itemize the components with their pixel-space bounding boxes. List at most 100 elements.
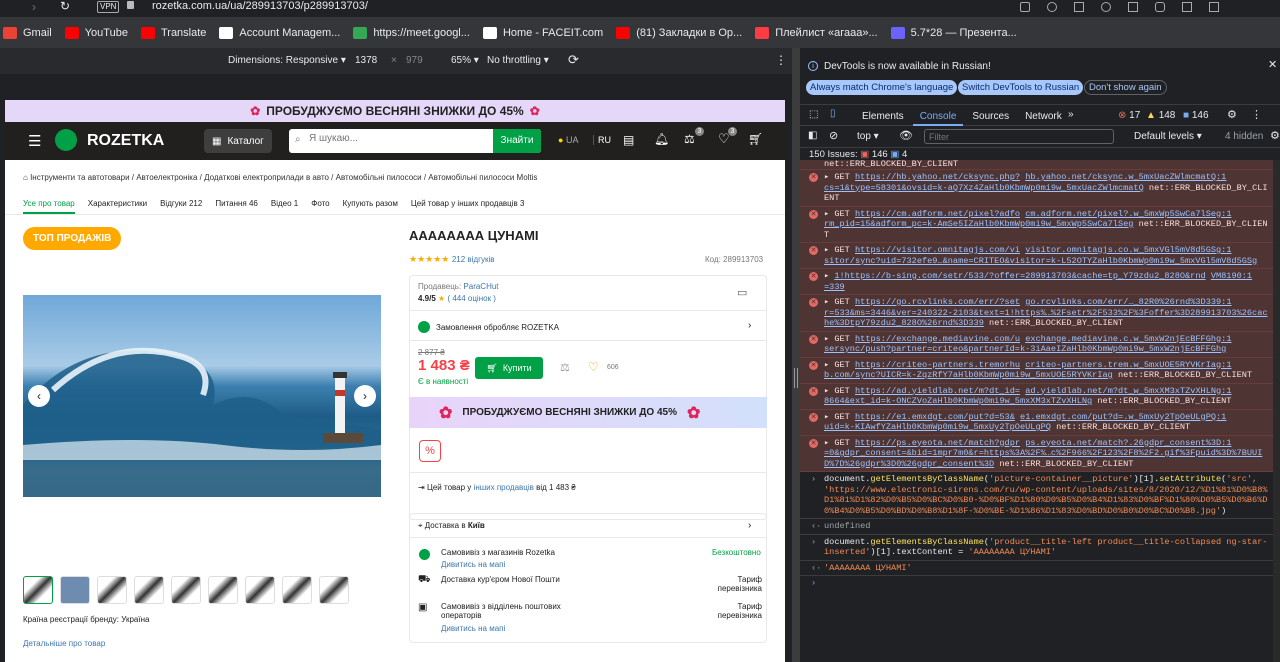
- seller-link[interactable]: ParaCHut: [463, 282, 498, 291]
- width-field[interactable]: 1378: [355, 55, 377, 66]
- lang-ru[interactable]: RU: [593, 135, 611, 145]
- map-link-2[interactable]: Дивитись на мапі: [441, 624, 505, 633]
- match-language-button[interactable]: Always match Chrome's language: [806, 80, 958, 95]
- console-error-row[interactable]: ✕ ▸ 1!https://b-sing.com/setr/533/?offer=…: [800, 269, 1273, 295]
- request-url[interactable]: https://criteo-partners.tremorhu: [855, 360, 1020, 370]
- product-tab[interactable]: Фото: [311, 199, 329, 208]
- search-box[interactable]: ⌕ Знайти: [289, 129, 541, 153]
- error-count[interactable]: ⊗ 17: [1118, 110, 1140, 121]
- switch-russian-button[interactable]: Switch DevTools to Russian: [958, 80, 1084, 95]
- filter-input[interactable]: [924, 129, 1114, 144]
- details-link[interactable]: Детальніше про товар: [23, 639, 105, 648]
- console-settings-icon[interactable]: ⚙: [1270, 129, 1280, 142]
- product-tab[interactable]: Цей товар у інших продавців 3: [411, 199, 525, 208]
- thumbnail-image[interactable]: [245, 576, 275, 604]
- source-link[interactable]: ad.yieldlab.net/m?dt_w_5mxXM3xTZvXHLNg:1: [1025, 386, 1231, 396]
- bookmark-item[interactable]: Account Managem...: [216, 17, 350, 48]
- product-tab[interactable]: Питання 46: [215, 199, 258, 208]
- forward-icon[interactable]: ›: [32, 0, 36, 14]
- other-sellers-link[interactable]: інших продавців: [474, 483, 534, 492]
- throttling-select[interactable]: No throttling ▾: [487, 55, 549, 66]
- console-prompt[interactable]: ›: [800, 576, 1273, 591]
- lang-ua[interactable]: ● UA: [558, 135, 578, 145]
- console-scrollbar[interactable]: [1273, 160, 1280, 662]
- cart-icon[interactable]: 🛒︎: [748, 132, 763, 146]
- source-link[interactable]: visitor.omnitagjs.co.w_5mxVGl5mV8d5GSg:1: [1025, 245, 1231, 255]
- console-error-row[interactable]: ✕ ▸ GET https://exchange.mediavine.com/u …: [800, 331, 1273, 358]
- thumbnail-image[interactable]: [208, 576, 238, 604]
- promo-bar[interactable]: ✿ ПРОБУДЖУЄМО ВЕСНЯНІ ЗНИЖКИ ДО 45% ✿: [5, 100, 785, 122]
- home-icon[interactable]: ⌂: [23, 173, 28, 182]
- console-command-2[interactable]: › document.getElementsByClassName('produc…: [800, 535, 1273, 561]
- request-url[interactable]: https://visitor.omnitagjs.com/vi: [855, 245, 1020, 255]
- kebab-icon[interactable]: ⋮: [1251, 108, 1262, 121]
- bookmark-item[interactable]: (81) Закладки в Ор...: [613, 17, 752, 48]
- console-error-row[interactable]: ✕ ▸ GET https://cm.adform.net/pixel?adfo …: [800, 206, 1273, 243]
- thumbnail-image[interactable]: [97, 576, 127, 604]
- source-link[interactable]: cm.adform.net/pixel?.w_5mxWp5SwCa7lSeg:1: [1025, 209, 1231, 219]
- context-select[interactable]: top ▾: [857, 131, 879, 142]
- cart-history-icon[interactable]: ▤: [623, 133, 634, 147]
- bookmark-item[interactable]: Home - FACEIT.com: [480, 17, 613, 48]
- chat-icon[interactable]: ▭: [737, 286, 747, 299]
- source-link[interactable]: exchange.mediavine.c.w_5mxW2njEcBFFGhg:1: [1025, 334, 1231, 344]
- chevron-right-icon[interactable]: ›: [748, 520, 751, 531]
- settings-icon[interactable]: ⚙: [1227, 108, 1237, 121]
- request-url[interactable]: 1!https://b-sing.com/setr/533/?offer=289…: [834, 271, 1205, 281]
- source-link[interactable]: criteo-partners.trem.w_5mxUOE5RYVKrIag:1: [1025, 360, 1231, 370]
- console-error-row[interactable]: ✕ ▸ GET https://e1.emxdgt.com/put?d=53& e…: [800, 409, 1273, 436]
- warning-count[interactable]: ▲ 148: [1146, 110, 1175, 121]
- bookmark-item[interactable]: https://meet.googl...: [350, 17, 480, 48]
- rozetka-logo[interactable]: ROZETKA: [87, 132, 164, 150]
- more-tabs-icon[interactable]: »: [1068, 109, 1074, 120]
- discount-icon[interactable]: %: [419, 440, 441, 462]
- console-error-row[interactable]: ✕ ▸ GET https://hb.yahoo.net/cksync.php? …: [800, 170, 1273, 207]
- delivery-city-row[interactable]: ⌖ Доставка в Київ: [418, 521, 485, 531]
- sidebar-icon[interactable]: ◧: [808, 130, 817, 141]
- extension-icons[interactable]: [1020, 2, 1260, 12]
- more-options-icon[interactable]: ⋮: [775, 53, 787, 67]
- compare-icon[interactable]: ⚖: [560, 361, 570, 374]
- map-link[interactable]: Дивитись на мапі: [441, 560, 505, 569]
- catalog-button[interactable]: ▦ Каталог: [204, 129, 272, 153]
- thumbnail-image[interactable]: [60, 576, 90, 604]
- source-link[interactable]: ps.eyeota.net/match?.26gdpr_consent%3D:1: [1025, 438, 1231, 448]
- url-text[interactable]: rozetka.com.ua/ua/289913703/p289913703/: [152, 0, 368, 13]
- product-tab[interactable]: Усе про товар: [23, 199, 75, 208]
- rotate-icon[interactable]: ⟳: [568, 52, 579, 68]
- console-error-row[interactable]: ✕ ▸ GET https://go.rcvlinks.com/err/?set …: [800, 295, 1273, 332]
- console-error-row[interactable]: ✕ ▸ GET https://criteo-partners.tremorhu …: [800, 357, 1273, 384]
- request-url[interactable]: https://hb.yahoo.net/cksync.php?: [855, 172, 1020, 182]
- dont-show-button[interactable]: Don't show again: [1084, 80, 1167, 95]
- rating-stars[interactable]: ★★★★★ 212 відгуків: [409, 254, 495, 265]
- spring-sale-banner[interactable]: ✿ ПРОБУДЖУЄМО ВЕСНЯНІ ЗНИЖКИ ДО 45% ✿: [409, 397, 767, 428]
- request-url[interactable]: https://ps.eyeota.net/match?gdpr: [855, 438, 1020, 448]
- request-url[interactable]: https://cm.adform.net/pixel?adfo: [855, 209, 1020, 219]
- source-link[interactable]: VM8190:1: [1211, 271, 1252, 281]
- request-url[interactable]: https://e1.emxdgt.com/put?d=53&: [855, 412, 1015, 422]
- device-toggle-icon[interactable]: ▯: [830, 108, 836, 119]
- request-url[interactable]: https://go.rcvlinks.com/err/?set: [855, 297, 1020, 307]
- bookmark-item[interactable]: 5.7*28 — Презента...: [888, 17, 1027, 48]
- console-command-1[interactable]: › document.getElementsByClassName('pictur…: [800, 472, 1273, 519]
- inspect-icon[interactable]: ⬚: [809, 109, 818, 120]
- next-image-button[interactable]: ›: [354, 385, 376, 407]
- thumbnail-image[interactable]: [23, 576, 53, 604]
- breadcrumb[interactable]: ⌂ Інструменти та автотовари / Автоелектр…: [23, 173, 537, 182]
- console-error-row[interactable]: ✕ ▸ GET https://ad.yieldlab.net/m?dt_id= …: [800, 383, 1273, 410]
- bookmark-item[interactable]: Gmail: [0, 17, 62, 48]
- clear-icon[interactable]: ⊘: [829, 129, 838, 142]
- source-link[interactable]: e1.emxdgt.com/put?d=.w_5mxUy2TpOeULgPQ:1: [1020, 412, 1226, 422]
- product-tab[interactable]: Відгуки 212: [160, 199, 202, 208]
- source-link[interactable]: hb.yahoo.net/cksync.w_5mxUacZWlmcmatQ:1: [1025, 172, 1226, 182]
- reload-icon[interactable]: ↻: [60, 0, 70, 13]
- devtools-tab[interactable]: Elements: [854, 105, 912, 127]
- product-image[interactable]: ‹ ›: [23, 295, 381, 497]
- request-url[interactable]: https://ad.yieldlab.net/m?dt_id=: [855, 386, 1020, 396]
- search-button[interactable]: Знайти: [493, 129, 541, 153]
- console-error-row[interactable]: ✕ ▸ GET https://ps.eyeota.net/match?gdpr …: [800, 435, 1273, 472]
- console-error-row[interactable]: ✕ ▸ GET https://visitor.omnitagjs.com/vi …: [800, 243, 1273, 269]
- height-field[interactable]: 979: [406, 55, 423, 66]
- menu-icon[interactable]: ☰: [28, 132, 41, 150]
- devtools-tab[interactable]: Sources: [964, 105, 1017, 127]
